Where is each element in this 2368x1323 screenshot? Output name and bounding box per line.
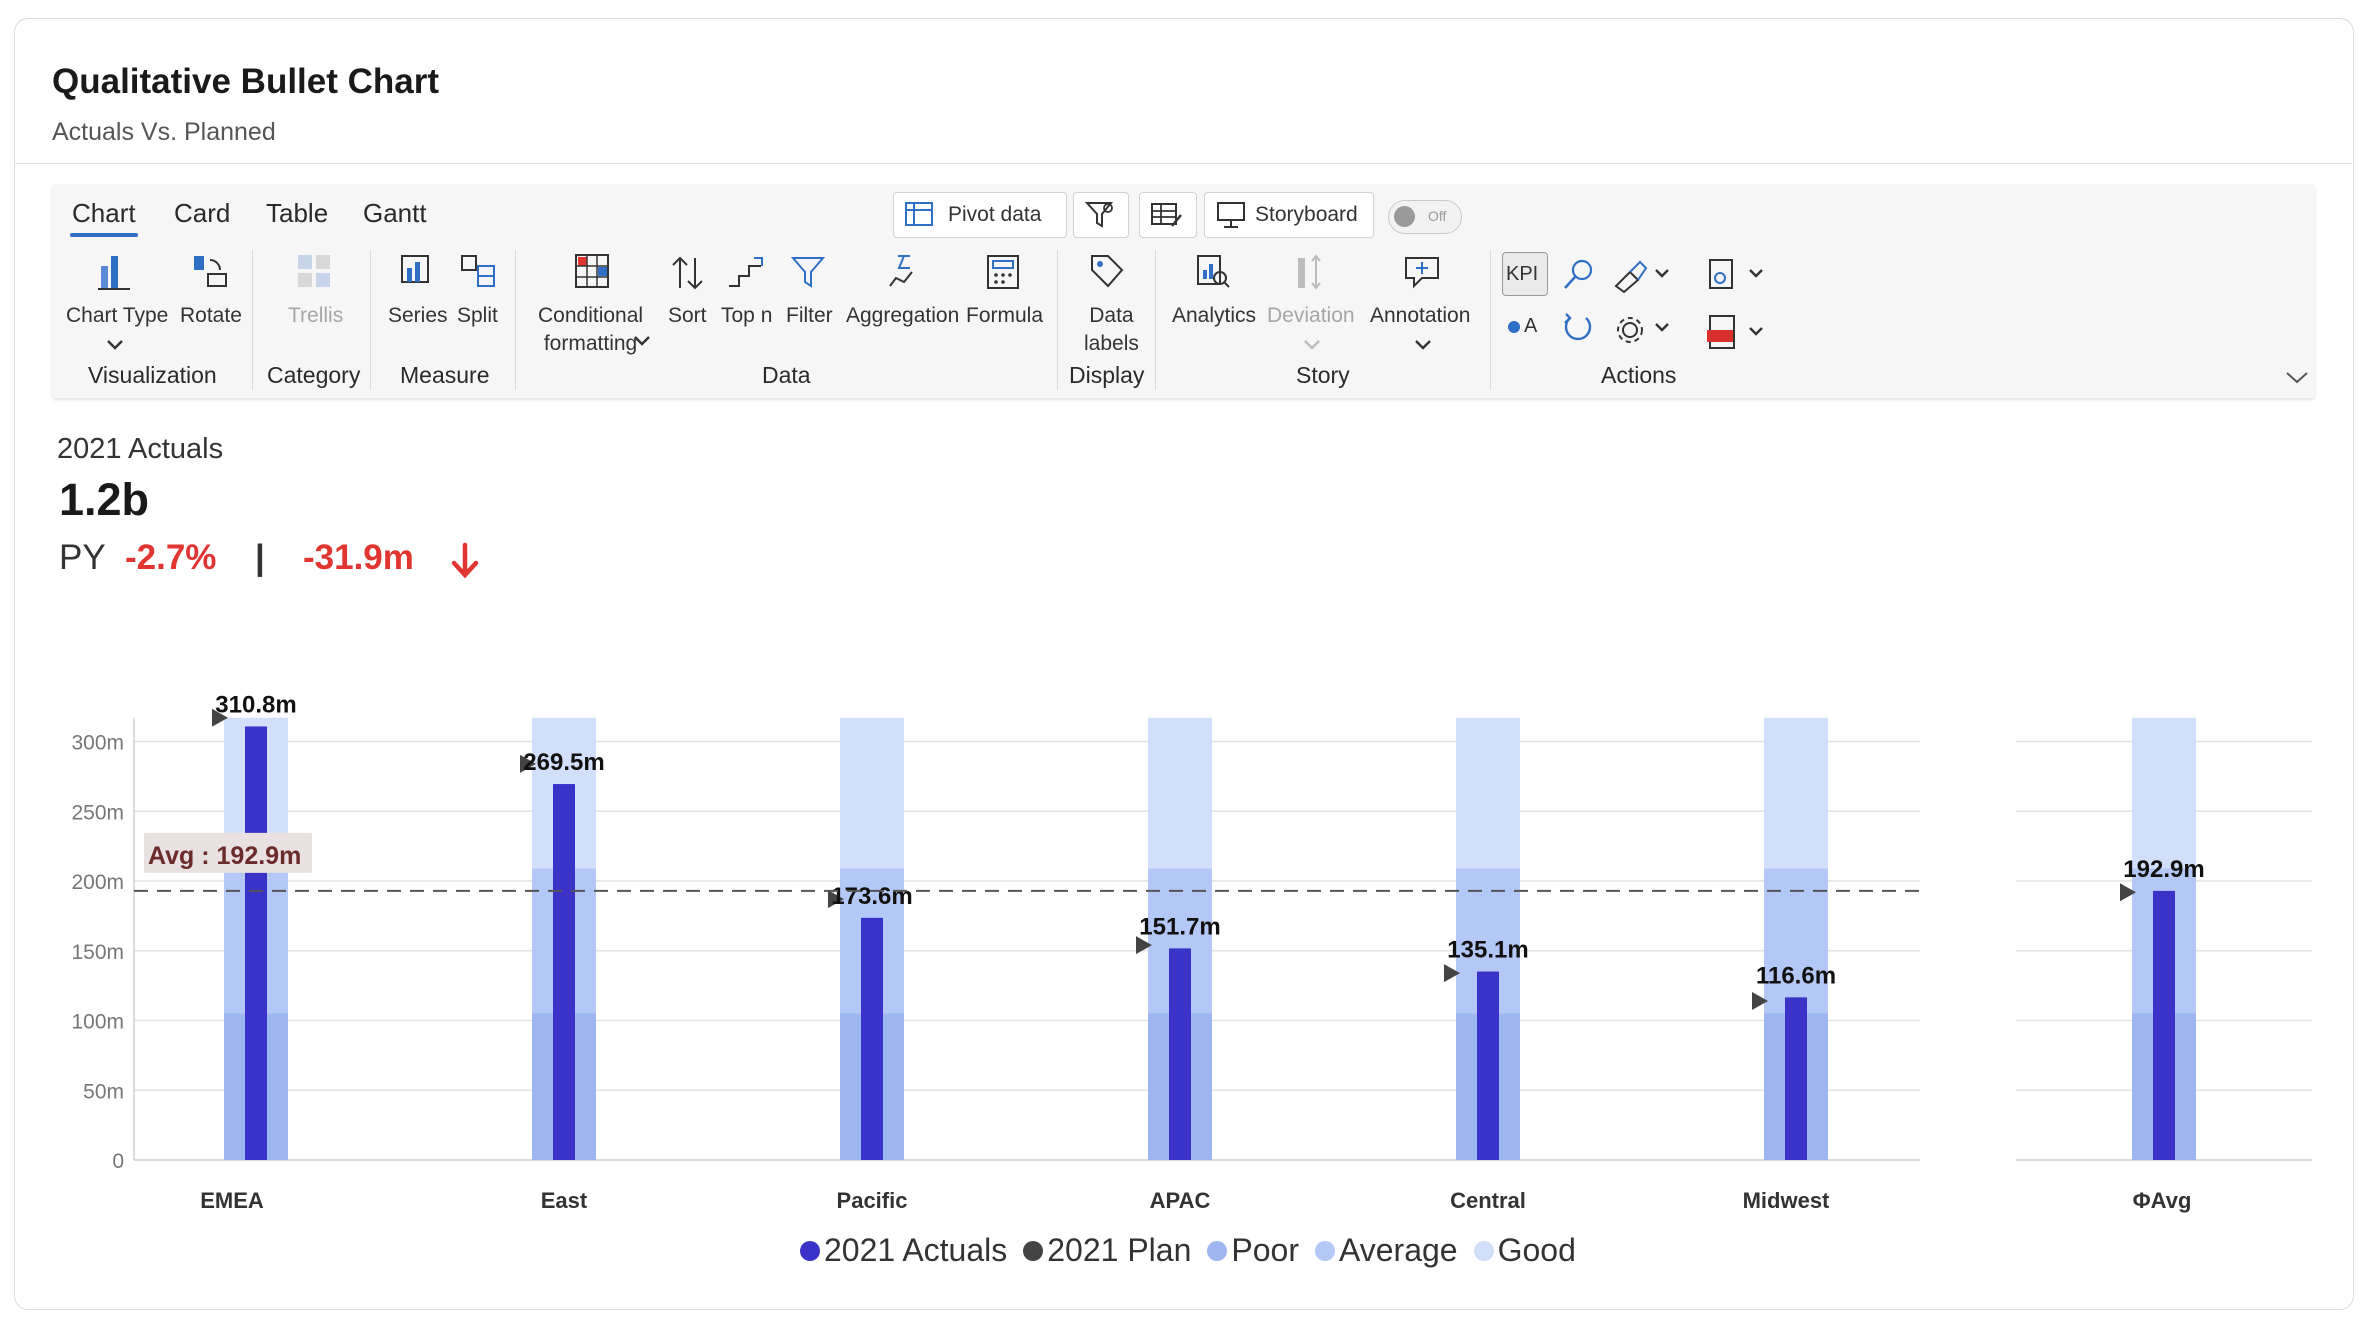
y-tick-label: 0 (112, 1150, 124, 1173)
legend-item[interactable]: Good (1473, 1232, 1576, 1269)
x-tick-label: Central (1450, 1188, 1526, 1213)
legend-item[interactable]: 2021 Plan (1023, 1232, 1191, 1269)
y-tick-label: 50m (83, 1080, 124, 1103)
data-label: 269.5m (523, 749, 604, 776)
data-label: 192.9m (2123, 856, 2204, 883)
legend-item[interactable]: 2021 Actuals (800, 1232, 1007, 1269)
data-label: 135.1m (1447, 937, 1528, 964)
actual-bar (553, 784, 575, 1160)
average-line-label: Avg : 192.9m (148, 842, 301, 870)
x-tick-label: APAC (1150, 1188, 1211, 1213)
x-tick-label: EMEA (200, 1188, 264, 1213)
y-tick-label: 200m (71, 871, 124, 894)
data-label: 173.6m (831, 883, 912, 910)
legend-actuals-swatch (800, 1240, 820, 1261)
actual-bar (2153, 890, 2175, 1160)
good-band (840, 717, 904, 869)
y-tick-label: 300m (71, 732, 124, 755)
y-tick-label: 100m (71, 1011, 124, 1034)
legend-item[interactable]: Poor (1207, 1232, 1299, 1269)
actual-bar (861, 917, 883, 1160)
chart-legend: 2021 Actuals 2021 Plan Poor Average Good (800, 1232, 1592, 1269)
legend-item[interactable]: Average (1314, 1232, 1458, 1269)
legend-good-swatch (1473, 1240, 1494, 1261)
legend-poor-swatch (1207, 1240, 1228, 1261)
x-tick-label: ΦAvg (2133, 1188, 2192, 1213)
good-band (2132, 717, 2196, 869)
x-tick-label: Midwest (1743, 1188, 1830, 1213)
actual-bar (245, 726, 267, 1160)
good-band (1148, 717, 1212, 869)
legend-plan-swatch (1023, 1240, 1044, 1261)
actual-bar (1785, 997, 1807, 1160)
legend-average-swatch (1314, 1240, 1335, 1261)
x-tick-label: Pacific (837, 1188, 908, 1213)
good-band (1764, 717, 1828, 869)
data-label: 116.6m (1756, 962, 1836, 989)
data-label: 151.7m (1139, 913, 1220, 940)
y-tick-label: 250m (71, 801, 124, 824)
bullet-chart: 0 50m 100m 150m 200m 250m 300m 310.8m EMEA 269.5m… (71, 691, 2312, 1213)
y-tick-label: 150m (71, 941, 124, 964)
good-band (1456, 717, 1520, 869)
data-label: 310.8m (215, 691, 296, 718)
actual-bar (1169, 948, 1191, 1160)
actual-bar (1477, 971, 1499, 1160)
x-tick-label: East (541, 1188, 588, 1213)
